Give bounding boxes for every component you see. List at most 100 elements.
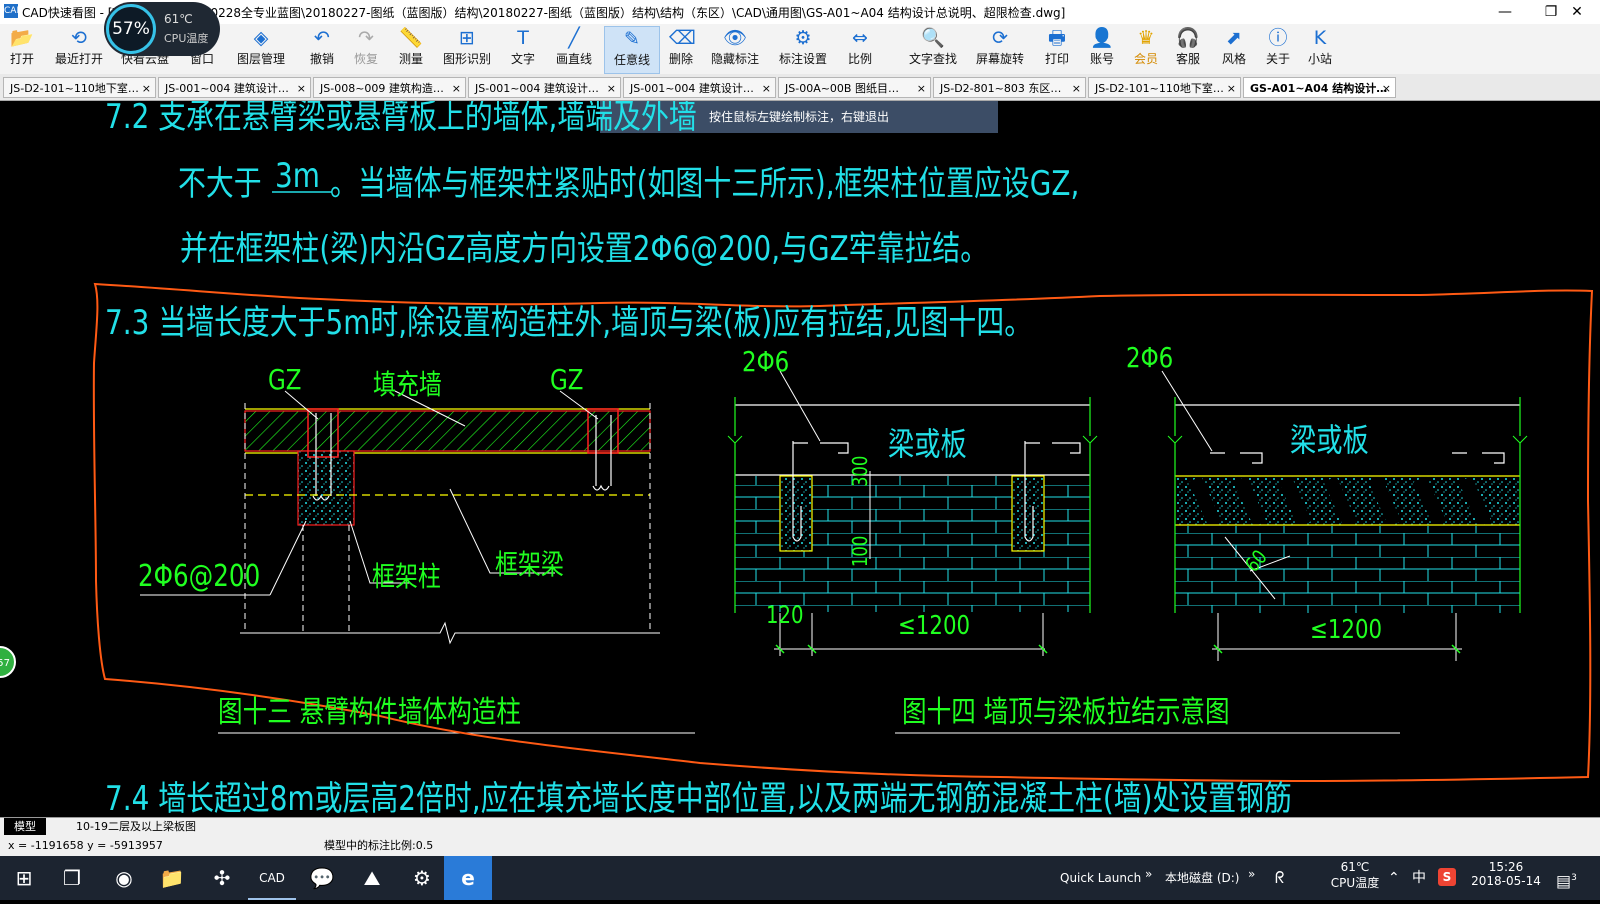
- toolbar-vip-button[interactable]: ♛ 会员: [1126, 26, 1166, 72]
- settings-icon: ⚙: [794, 27, 812, 49]
- wechat-icon[interactable]: 💬: [298, 856, 346, 900]
- document-tab[interactable]: JS-D2-801~803 东区… ×: [933, 77, 1086, 98]
- document-tab[interactable]: JS-D2-101~110地下室… ×: [1088, 77, 1241, 98]
- fig14b-beam-label: 梁或板: [1290, 421, 1369, 459]
- tab-close-icon[interactable]: ×: [1227, 78, 1236, 97]
- spec-line-7-4: 7.4 墙长超过8m或层高2倍时,应在填充墙长度中部位置,以及两端无钢筋混凝土柱…: [105, 779, 1292, 817]
- toolbar-recognize-button[interactable]: ⊞ 图形识别: [436, 26, 498, 72]
- scale-icon: ⇔: [852, 27, 868, 49]
- clock[interactable]: 15:26 2018-05-14: [1466, 860, 1546, 904]
- toolbar-scale-button[interactable]: ⇔ 比例: [840, 26, 880, 72]
- close-button[interactable]: ✕: [1554, 0, 1600, 24]
- document-tab[interactable]: JS-001~004 建筑设计… ×: [468, 77, 621, 98]
- document-tab-label: JS-001~004 建筑设计…: [630, 82, 754, 95]
- redo-icon: ↷: [358, 27, 374, 49]
- toolbar-account-label: 账号: [1089, 52, 1114, 66]
- fig13-frame-column-label: 框架柱: [372, 560, 441, 593]
- toolbar-findtext-button[interactable]: 🔍 文字查找: [902, 26, 964, 72]
- drawing-canvas[interactable]: 按住鼠标左键绘制标注，右键退出 7.2 支承在悬臂梁或悬臂板上的墙体,墙端及外墙…: [0, 101, 1600, 817]
- tab-close-icon[interactable]: ×: [607, 78, 616, 97]
- eye-icon: 👁: [723, 27, 748, 49]
- notification-icon[interactable]: ▤3: [1556, 856, 1577, 900]
- toolbar-service-button[interactable]: 🎧 客服: [1168, 26, 1208, 72]
- toolbar-print-label: 打印: [1044, 52, 1069, 66]
- document-tab-label: JS-001~004 建筑设计…: [475, 82, 599, 95]
- ie-icon[interactable]: e: [444, 856, 492, 900]
- toolbar-about-button[interactable]: ⓘ 关于: [1258, 26, 1298, 72]
- toolbar-print-button[interactable]: 🖶 打印: [1036, 26, 1078, 72]
- folder-icon: 📂: [10, 27, 34, 49]
- document-tab-label: JS-008~009 建筑构造…: [320, 82, 444, 95]
- tab-close-icon[interactable]: ×: [917, 78, 926, 97]
- toolbar-rotate-button[interactable]: ⟳ 屏幕旋转: [968, 26, 1032, 72]
- find-icon: 🔍: [921, 27, 945, 49]
- people-icon[interactable]: ᖇ: [1275, 856, 1284, 900]
- chevron-icon[interactable]: »: [1145, 856, 1152, 900]
- chevron-icon[interactable]: »: [1248, 856, 1255, 900]
- tray-cpu-temp[interactable]: 61℃ CPU温度: [1330, 860, 1380, 904]
- fig13-caption: 图十三 悬臂构件墙体构造柱: [218, 695, 522, 730]
- ruler-icon: 📏: [399, 27, 423, 49]
- network-app-icon[interactable]: ✣: [198, 856, 246, 900]
- quick-launch-label[interactable]: Quick Launch: [1060, 856, 1141, 900]
- toolbar-annoset-button[interactable]: ⚙ 标注设置: [770, 26, 836, 72]
- fig14a-rebar-label: 2Φ6: [742, 345, 790, 378]
- toolbar-recent-button[interactable]: ⟲ 最近打开: [48, 26, 110, 72]
- tray-temp-value: 61℃: [1340, 860, 1370, 874]
- toolbar-recognize-label: 图形识别: [442, 52, 491, 66]
- toolbar-style-label: 风格: [1221, 52, 1246, 66]
- tab-close-icon[interactable]: ×: [297, 78, 306, 97]
- file-explorer-icon[interactable]: 📁: [148, 856, 196, 900]
- sogou-icon[interactable]: S: [1438, 868, 1456, 886]
- toolbar-account-button[interactable]: 👤 账号: [1082, 26, 1122, 72]
- toolbar-hide-label: 隐藏标注: [710, 52, 759, 66]
- toolbar-freeline-button[interactable]: ✎ 任意线: [604, 26, 660, 74]
- toolbar-layers-button[interactable]: ◈ 图层管理: [228, 26, 294, 72]
- minimize-button[interactable]: —: [1482, 0, 1528, 24]
- undo-icon: ↶: [314, 27, 330, 49]
- document-tab[interactable]: JS-D2-101~110地下室… ×: [3, 77, 156, 98]
- toolbar-measure-button[interactable]: 📏 测量: [390, 26, 432, 72]
- annotation-scale: 模型中的标注比例:0.5: [324, 839, 434, 852]
- document-tab[interactable]: JS-008~009 建筑构造… ×: [313, 77, 466, 98]
- toolbar-line-button[interactable]: ╱ 画直线: [548, 26, 600, 72]
- toolbar-open-button[interactable]: 📂 打开: [0, 26, 44, 72]
- toolbar-style-button[interactable]: ⬈ 风格: [1214, 26, 1254, 72]
- toolbar-findtext-label: 文字查找: [908, 52, 957, 66]
- document-tab-label: GS-A01~A04 结构设计…: [1250, 82, 1388, 95]
- cad-app-icon[interactable]: CAD: [248, 856, 296, 900]
- tab-layout-beam-plan[interactable]: 10-19二层及以上梁板图: [66, 818, 206, 835]
- toolbar-undo-button[interactable]: ↶ 撤销: [302, 26, 342, 72]
- browser-360-icon[interactable]: ◉: [100, 856, 148, 900]
- cpu-monitor-widget[interactable]: 57% 61℃ CPU温度: [104, 2, 220, 56]
- tab-close-icon[interactable]: ×: [1072, 78, 1081, 97]
- status-bar: x = -1191658 y = -5913957 模型中的标注比例:0.5: [0, 836, 1600, 856]
- disk-toolbar-label[interactable]: 本地磁盘 (D:): [1165, 856, 1239, 900]
- toolbar-hide-button[interactable]: 👁 隐藏标注: [704, 26, 766, 72]
- toolbar-redo-button[interactable]: ↷ 恢复: [346, 26, 386, 72]
- tab-close-icon[interactable]: ×: [762, 78, 771, 97]
- spec-line-7-2b-pre: 不大于: [178, 164, 262, 204]
- toolbar-text-button[interactable]: T 文字: [502, 26, 544, 72]
- document-tab-label: JS-001~004 建筑设计…: [165, 82, 289, 95]
- fig14b-dim-1200: ≤1200: [1310, 615, 1383, 645]
- chevron-up-icon[interactable]: ⌃: [1388, 856, 1400, 900]
- task-view-icon[interactable]: ❐: [48, 856, 96, 900]
- tab-close-icon[interactable]: ×: [1382, 78, 1391, 97]
- tab-close-icon[interactable]: ×: [142, 78, 151, 97]
- windows-taskbar: Quick Launch » 本地磁盘 (D:) » ᖇ 61℃ CPU温度 ⌃…: [0, 856, 1600, 900]
- game-app-icon[interactable]: ⚙: [398, 856, 446, 900]
- tab-close-icon[interactable]: ×: [452, 78, 461, 97]
- toolbar-measure-label: 测量: [398, 52, 423, 66]
- document-tab[interactable]: JS-001~004 建筑设计… ×: [158, 77, 311, 98]
- start-icon[interactable]: ⊞: [0, 856, 48, 900]
- fig14b-rebar-label: 2Φ6: [1126, 341, 1174, 374]
- ime-indicator[interactable]: 中: [1412, 856, 1426, 900]
- document-tab[interactable]: GS-A01~A04 结构设计… ×: [1243, 77, 1396, 98]
- toolbar-site-button[interactable]: K 小站: [1300, 26, 1340, 72]
- tab-model[interactable]: 模型: [4, 818, 46, 835]
- toolbar-delete-button[interactable]: ⌫ 删除: [662, 26, 700, 72]
- photo-app-icon[interactable]: ⛰: [348, 856, 396, 900]
- document-tab[interactable]: JS-00A~00B 图纸目… ×: [778, 77, 931, 98]
- document-tab[interactable]: JS-001~004 建筑设计… ×: [623, 77, 776, 98]
